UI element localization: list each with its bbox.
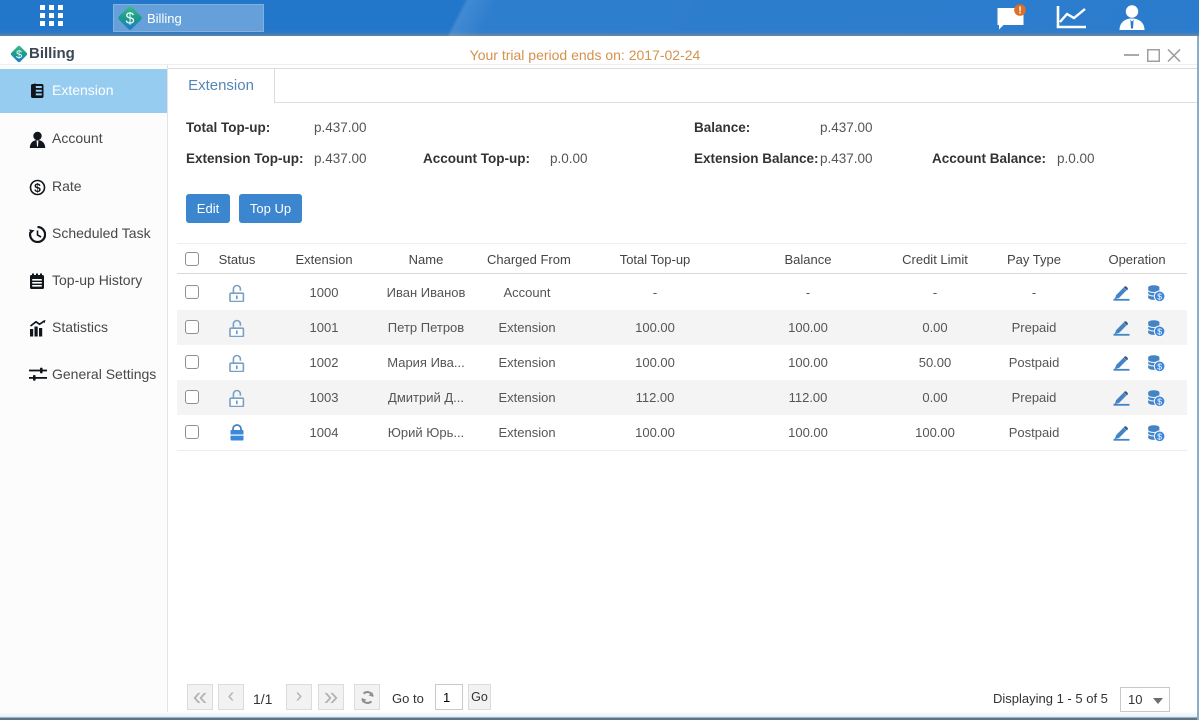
- svg-text:$: $: [1157, 327, 1162, 337]
- svg-text:$: $: [34, 181, 41, 195]
- svg-text:$: $: [1157, 397, 1162, 407]
- svg-text:$: $: [1157, 432, 1162, 442]
- svg-text:$: $: [1157, 362, 1162, 372]
- svg-text:$: $: [126, 11, 135, 28]
- svg-text:$: $: [1157, 292, 1162, 302]
- svg-text:!: !: [1018, 6, 1021, 17]
